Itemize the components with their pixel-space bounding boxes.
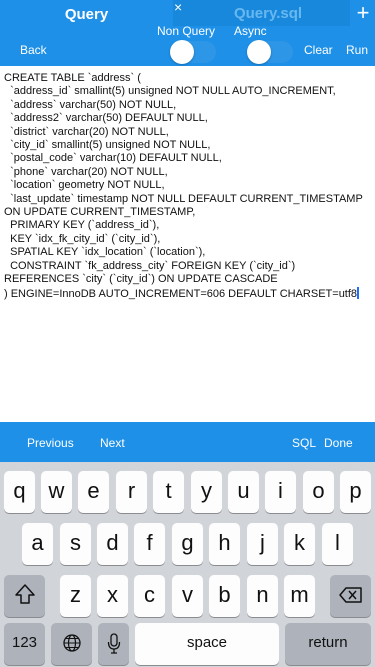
return-key[interactable]: return bbox=[285, 623, 371, 665]
toggle-knob bbox=[247, 40, 271, 64]
shift-key[interactable] bbox=[4, 575, 45, 617]
key-x[interactable]: x bbox=[97, 575, 128, 617]
add-tab-button[interactable]: + bbox=[352, 0, 374, 26]
microphone-icon bbox=[107, 633, 120, 654]
sql-button[interactable]: SQL bbox=[292, 436, 316, 450]
done-button[interactable]: Done bbox=[324, 436, 353, 450]
sql-editor[interactable]: CREATE TABLE `address` ( `address_id` sm… bbox=[0, 66, 375, 422]
back-button[interactable]: Back bbox=[20, 43, 47, 57]
dictation-key[interactable] bbox=[98, 623, 129, 665]
async-label: Async bbox=[234, 24, 267, 38]
clear-button[interactable]: Clear bbox=[304, 43, 333, 57]
key-o[interactable]: o bbox=[303, 471, 334, 513]
non-query-toggle[interactable] bbox=[170, 40, 216, 64]
key-w[interactable]: w bbox=[41, 471, 72, 513]
keyboard-accessory-bar: Previous Next SQL Done bbox=[0, 422, 375, 462]
key-z[interactable]: z bbox=[60, 575, 91, 617]
key-y[interactable]: y bbox=[191, 471, 222, 513]
non-query-label: Non Query bbox=[157, 24, 216, 38]
globe-key[interactable] bbox=[51, 623, 92, 665]
shift-icon bbox=[14, 584, 35, 604]
globe-icon bbox=[62, 634, 81, 652]
key-h[interactable]: h bbox=[209, 523, 240, 565]
key-u[interactable]: u bbox=[228, 471, 259, 513]
key-q[interactable]: q bbox=[4, 471, 35, 513]
previous-button[interactable]: Previous bbox=[27, 436, 74, 450]
key-r[interactable]: r bbox=[116, 471, 147, 513]
close-tab-icon[interactable]: × bbox=[174, 0, 188, 14]
text-caret bbox=[357, 286, 359, 299]
sql-text[interactable]: CREATE TABLE `address` ( `address_id` sm… bbox=[4, 72, 363, 300]
key-f[interactable]: f bbox=[134, 523, 165, 565]
header-bar: Query × Query.sql + Non Query Async Back… bbox=[0, 0, 375, 66]
key-e[interactable]: e bbox=[78, 471, 109, 513]
key-v[interactable]: v bbox=[172, 575, 203, 617]
keyboard: q w e r t y u i o p a s d f g h j k l z … bbox=[0, 462, 375, 667]
backspace-key[interactable] bbox=[330, 575, 371, 617]
tab-title[interactable]: Query.sql bbox=[188, 5, 348, 22]
async-toggle[interactable] bbox=[247, 40, 293, 64]
numbers-key[interactable]: 123 bbox=[4, 623, 45, 665]
key-d[interactable]: d bbox=[97, 523, 128, 565]
page-title: Query bbox=[64, 6, 109, 23]
run-button[interactable]: Run bbox=[346, 43, 368, 57]
key-k[interactable]: k bbox=[284, 523, 315, 565]
key-i[interactable]: i bbox=[265, 471, 296, 513]
next-button[interactable]: Next bbox=[100, 436, 125, 450]
backspace-icon bbox=[338, 587, 362, 603]
key-j[interactable]: j bbox=[247, 523, 278, 565]
key-c[interactable]: c bbox=[134, 575, 165, 617]
key-t[interactable]: t bbox=[153, 471, 184, 513]
key-b[interactable]: b bbox=[209, 575, 240, 617]
key-n[interactable]: n bbox=[247, 575, 278, 617]
key-a[interactable]: a bbox=[22, 523, 53, 565]
key-g[interactable]: g bbox=[172, 523, 203, 565]
toggle-knob bbox=[170, 40, 194, 64]
key-p[interactable]: p bbox=[340, 471, 371, 513]
space-key[interactable]: space bbox=[135, 623, 279, 665]
key-m[interactable]: m bbox=[284, 575, 315, 617]
key-s[interactable]: s bbox=[60, 523, 91, 565]
key-l[interactable]: l bbox=[322, 523, 353, 565]
